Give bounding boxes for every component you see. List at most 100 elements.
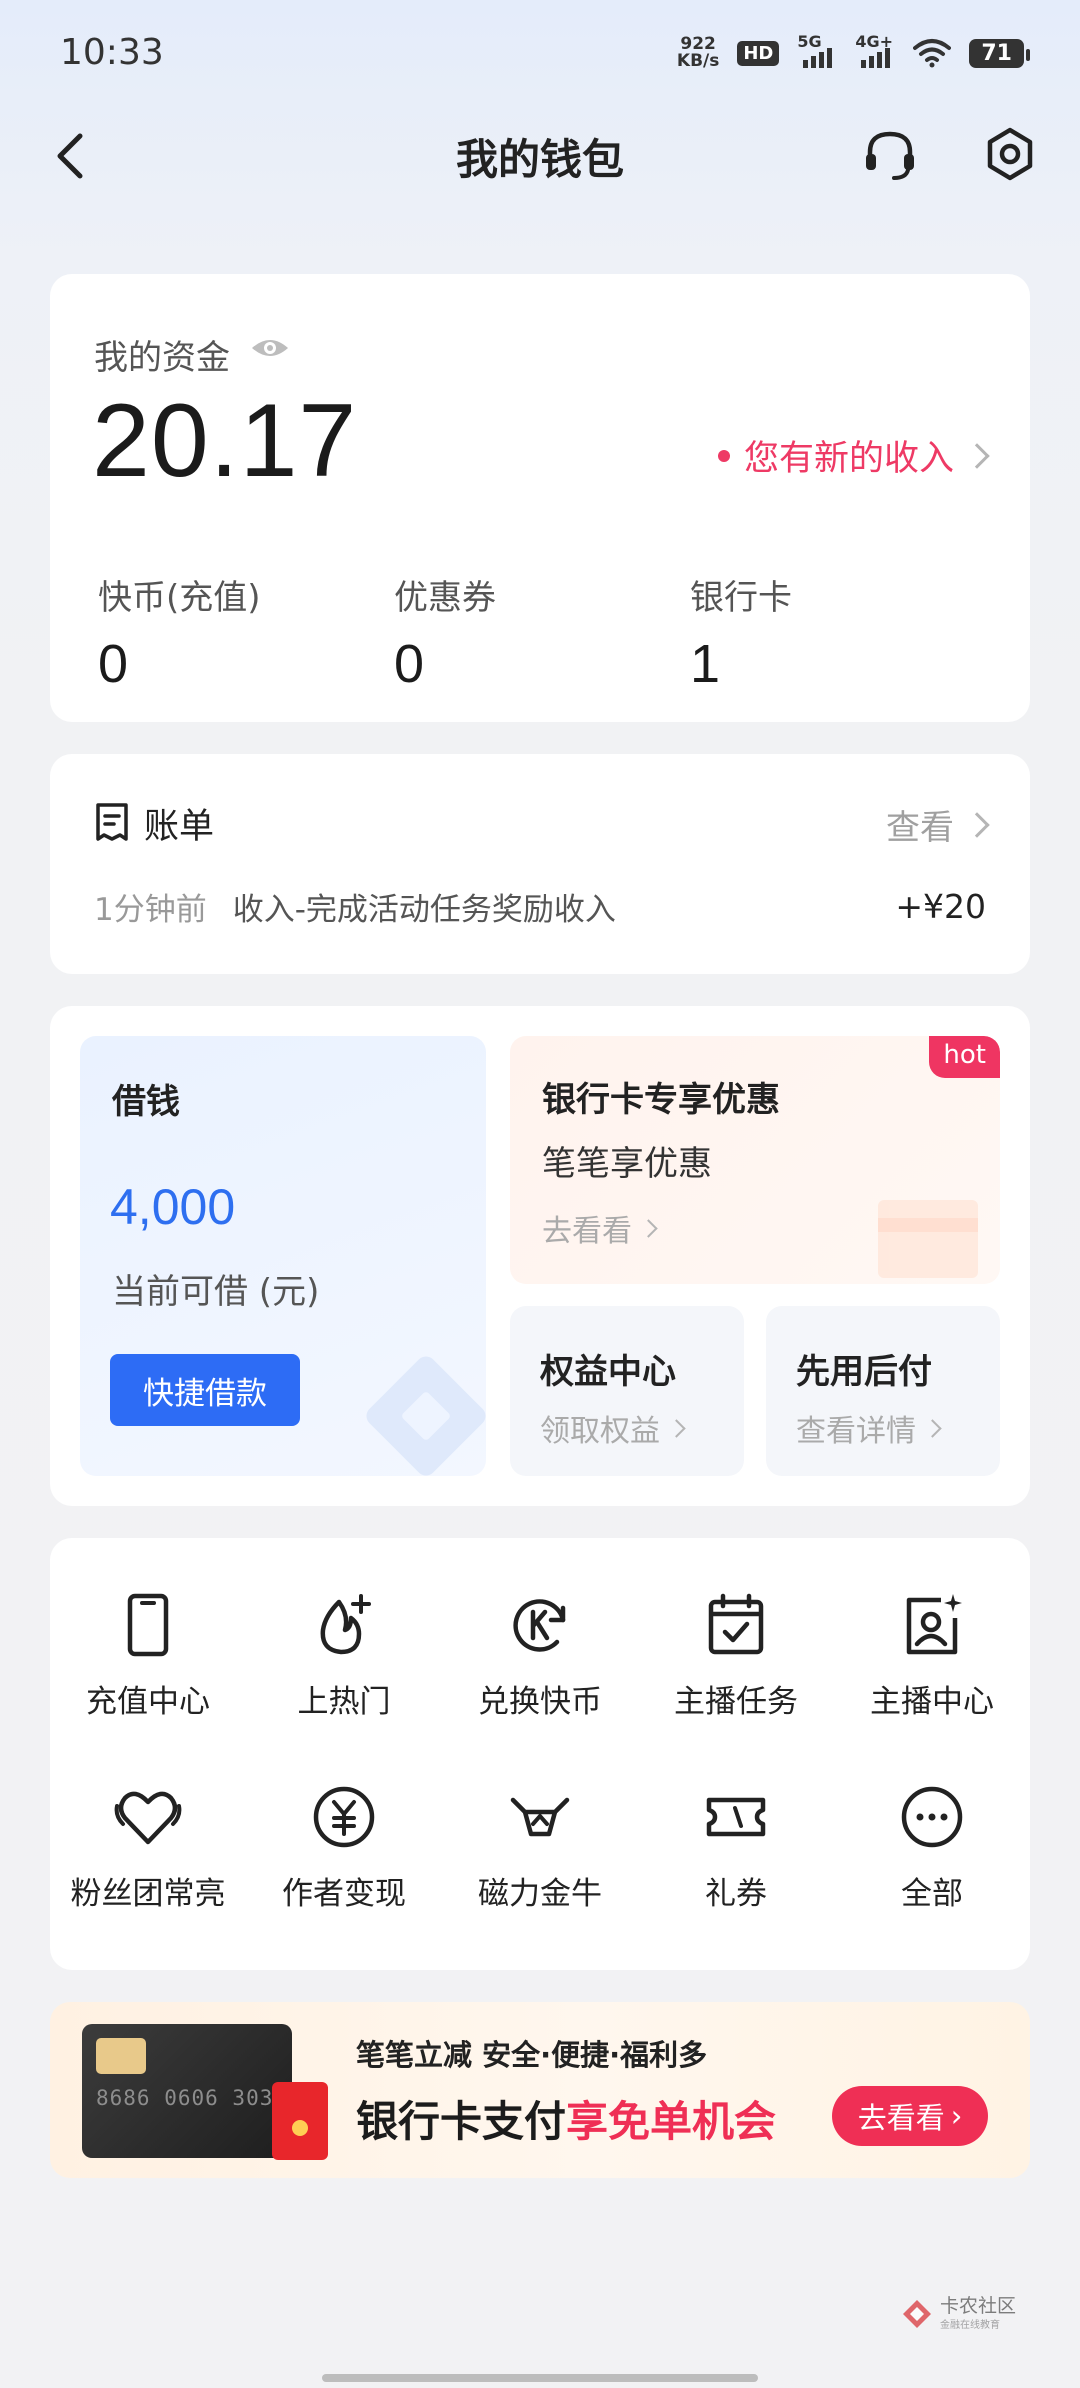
- signal-4g-label: 4G+: [855, 32, 894, 51]
- bank-card-image: 8686 0606 303: [82, 2024, 292, 2158]
- banner-button-label: 去看看: [857, 2101, 945, 2135]
- benefits-title: 权益中心: [540, 1352, 676, 1392]
- watermark-text: 卡农社区: [940, 2295, 1017, 2317]
- loan-amount: 4,000: [110, 1179, 236, 1235]
- chevron-right-icon: [923, 1418, 942, 1438]
- service-label: 主播任务: [674, 1684, 798, 1720]
- status-bar: 10:33 922 KB/s HD 5G 4G+ 71: [0, 0, 1080, 110]
- banner-headline: 银行卡支付享免单机会: [356, 2088, 776, 2149]
- chevron-right-icon: [964, 811, 990, 838]
- status-icons: 922 KB/s HD 5G 4G+ 71: [677, 32, 1030, 70]
- bull-icon: [510, 1797, 570, 1837]
- chevron-right-icon: ›: [950, 2099, 963, 2133]
- benefits-link-label: 领取权益: [540, 1414, 660, 1449]
- service-label: 全部: [901, 1876, 963, 1912]
- loan-title: 借钱: [112, 1082, 180, 1122]
- bill-view-link[interactable]: 查看: [886, 800, 990, 849]
- service-streamer-center[interactable]: 主播中心: [834, 1590, 1030, 1721]
- more-icon: [901, 1786, 963, 1848]
- chevron-right-icon: [667, 1418, 686, 1438]
- stat-label: 银行卡: [690, 578, 792, 618]
- battery-icon: 71: [969, 38, 1030, 68]
- stat-kuaibi[interactable]: 快币(充值) 0: [98, 570, 261, 695]
- banner-go-button[interactable]: 去看看 ›: [832, 2086, 988, 2146]
- signal-4g-icon: 4G+: [855, 32, 895, 68]
- settings-button[interactable]: [978, 122, 1042, 186]
- customer-service-button[interactable]: [858, 122, 922, 186]
- finance-card: 借钱 4,000 当前可借 (元) 快捷借款 hot 银行卡专享优惠 笔笔享优惠…: [50, 1006, 1030, 1506]
- eye-icon[interactable]: [250, 332, 290, 364]
- network-speed: 922 KB/s: [677, 36, 719, 70]
- service-label: 礼券: [705, 1876, 767, 1912]
- stat-value: 1: [690, 634, 721, 694]
- watermark-logo-icon: [903, 2299, 931, 2328]
- stat-value: 0: [394, 634, 425, 694]
- card-chip-icon: [96, 2038, 146, 2074]
- bill-view-label: 查看: [886, 808, 954, 848]
- wifi-icon: [913, 39, 952, 68]
- pay-later-link-label: 查看详情: [796, 1414, 916, 1449]
- chevron-right-icon: [964, 442, 990, 469]
- home-indicator[interactable]: [322, 2374, 758, 2382]
- ticket-icon: [706, 1797, 766, 1837]
- promo-subtitle: 笔笔享优惠: [542, 1144, 712, 1184]
- status-time: 10:33: [60, 32, 164, 73]
- pay-later-title: 先用后付: [796, 1352, 932, 1392]
- services-grid: 充值中心 上热门 兑换快币 主播任务 主播中心 粉丝团常亮 作者变现 磁力金牛 …: [50, 1538, 1030, 1970]
- pay-later-panel[interactable]: 先用后付 查看详情: [766, 1306, 1000, 1476]
- service-trending[interactable]: 上热门: [246, 1590, 442, 1721]
- benefits-link[interactable]: 领取权益: [540, 1406, 686, 1450]
- new-income-text: 您有新的收入: [743, 439, 954, 479]
- stat-bank-cards[interactable]: 银行卡 1: [690, 570, 792, 695]
- service-gift-coupons[interactable]: 礼券: [638, 1782, 834, 1913]
- pay-later-link[interactable]: 查看详情: [796, 1406, 942, 1450]
- funds-card: 我的资金 20.17 您有新的收入 快币(充值) 0 优惠券 0 银行卡 1: [50, 274, 1030, 722]
- bill-title: 账单: [144, 807, 215, 847]
- banner-headline-main: 银行卡支付: [356, 2097, 567, 2146]
- settings-hexagon-icon: [987, 127, 1033, 181]
- card-number: 8686 0606 303: [96, 2086, 274, 2110]
- signal-5g-icon: 5G: [797, 32, 837, 68]
- banner-headline-highlight: 享免单机会: [566, 2097, 777, 2146]
- service-exchange-kuaibi[interactable]: 兑换快币: [442, 1590, 638, 1721]
- loan-subtitle: 当前可借 (元): [112, 1272, 320, 1312]
- nav-bar: 我的钱包: [0, 110, 1080, 200]
- service-streamer-tasks[interactable]: 主播任务: [638, 1590, 834, 1721]
- card-decoration-icon: [878, 1200, 978, 1278]
- service-label: 磁力金牛: [478, 1876, 602, 1912]
- quick-loan-button[interactable]: 快捷借款: [110, 1354, 300, 1426]
- new-income-link[interactable]: 您有新的收入: [717, 430, 990, 481]
- benefits-center-panel[interactable]: 权益中心 领取权益: [510, 1306, 744, 1476]
- bank-card-pay-banner[interactable]: 8686 0606 303 笔笔立减 安全·便捷·福利多 银行卡支付享免单机会 …: [50, 2002, 1030, 2178]
- stat-coupons[interactable]: 优惠券 0: [394, 570, 496, 695]
- promo-link-label: 去看看: [542, 1214, 632, 1249]
- bill-latest-row[interactable]: 1分钟前 收入-完成活动任务奖励收入 +¥20: [94, 884, 986, 929]
- flame-plus-icon: [320, 1594, 371, 1655]
- funds-amount: 20.17: [92, 383, 358, 499]
- watermark-subtext: 金融在线教育: [940, 2320, 1000, 2331]
- bill-amount: +¥20: [895, 887, 986, 926]
- service-label: 兑换快币: [478, 1684, 602, 1720]
- service-all[interactable]: 全部: [834, 1782, 1030, 1913]
- service-creator-monetization[interactable]: 作者变现: [246, 1782, 442, 1913]
- bank-card-promo-panel[interactable]: hot 银行卡专享优惠 笔笔享优惠 去看看: [510, 1036, 1000, 1284]
- service-fan-club[interactable]: 粉丝团常亮: [50, 1782, 246, 1913]
- signal-5g-label: 5G: [797, 32, 822, 51]
- k-coin-exchange-icon: [513, 1599, 566, 1652]
- heart-icon: [114, 1791, 182, 1845]
- calendar-check-icon: [708, 1593, 764, 1655]
- hot-badge: hot: [929, 1036, 1000, 1078]
- back-button[interactable]: [40, 124, 104, 188]
- service-magnetic-bull[interactable]: 磁力金牛: [442, 1782, 638, 1913]
- bill-card[interactable]: 账单 查看 1分钟前 收入-完成活动任务奖励收入 +¥20: [50, 754, 1030, 974]
- stat-value: 0: [98, 634, 129, 694]
- banner-tagline: 笔笔立减 安全·便捷·福利多: [356, 2038, 708, 2072]
- service-label: 充值中心: [86, 1684, 210, 1720]
- funds-label: 我的资金: [94, 338, 230, 378]
- notice-dot-icon: [717, 449, 730, 462]
- loan-panel[interactable]: 借钱 4,000 当前可借 (元) 快捷借款: [80, 1036, 486, 1476]
- promo-link[interactable]: 去看看: [542, 1206, 658, 1250]
- chevron-right-icon: [639, 1218, 658, 1238]
- service-label: 上热门: [297, 1684, 391, 1720]
- service-recharge-center[interactable]: 充值中心: [50, 1590, 246, 1721]
